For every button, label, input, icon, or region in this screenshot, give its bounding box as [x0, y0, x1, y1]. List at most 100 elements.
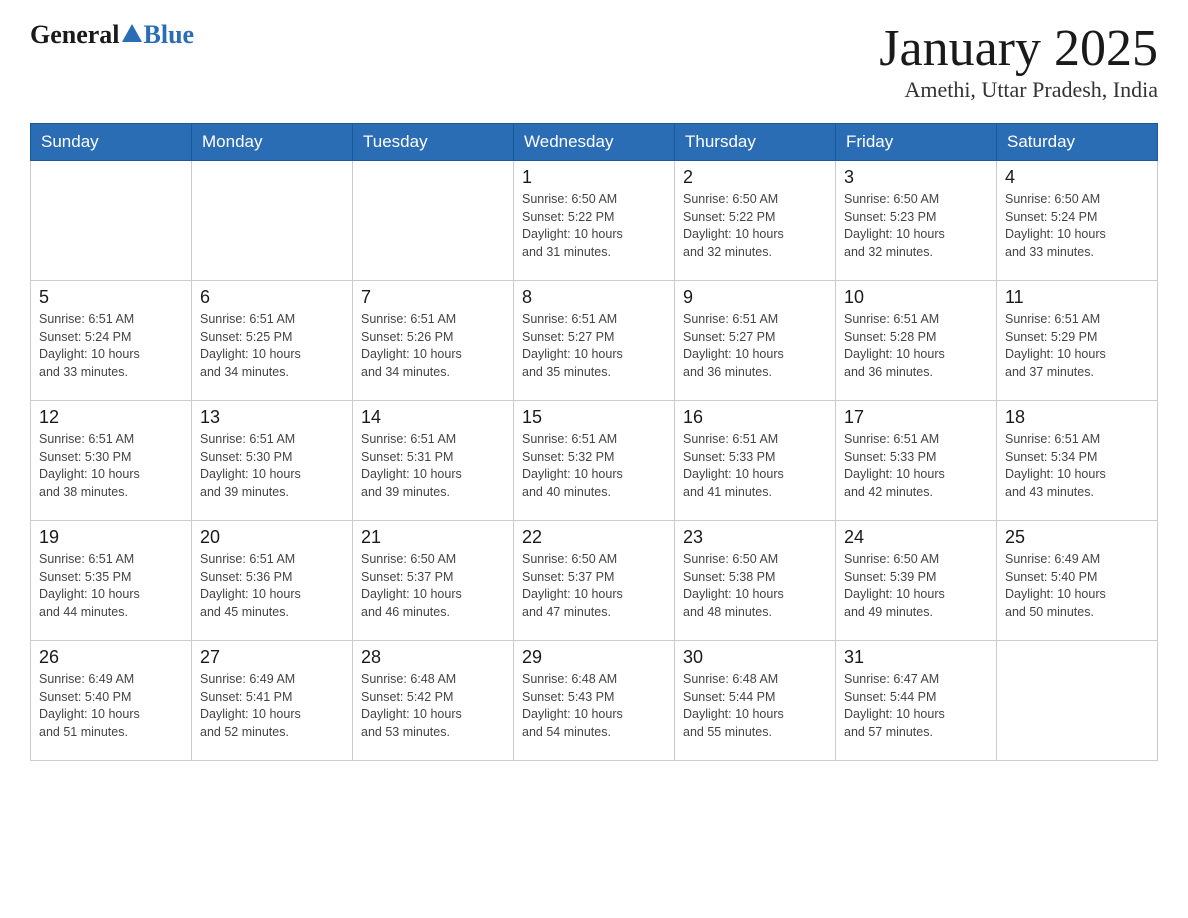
- day-info: Sunrise: 6:48 AMSunset: 5:43 PMDaylight:…: [522, 671, 666, 741]
- day-number: 27: [200, 647, 344, 668]
- day-number: 12: [39, 407, 183, 428]
- calendar-cell: 3 Sunrise: 6:50 AMSunset: 5:23 PMDaylight…: [836, 161, 997, 281]
- logo-general-text: General: [30, 20, 120, 50]
- day-info: Sunrise: 6:50 AMSunset: 5:22 PMDaylight:…: [683, 191, 827, 261]
- calendar-cell: 8 Sunrise: 6:51 AMSunset: 5:27 PMDaylight…: [514, 281, 675, 401]
- calendar-cell: 28Sunrise: 6:48 AMSunset: 5:42 PMDayligh…: [353, 641, 514, 761]
- day-number: 24: [844, 527, 988, 548]
- calendar-week-1: 1 Sunrise: 6:50 AMSunset: 5:22 PMDaylight…: [31, 161, 1158, 281]
- day-info: Sunrise: 6:50 AMSunset: 5:22 PMDaylight:…: [522, 191, 666, 261]
- weekday-header-thursday: Thursday: [675, 124, 836, 161]
- calendar-week-2: 5 Sunrise: 6:51 AMSunset: 5:24 PMDaylight…: [31, 281, 1158, 401]
- day-number: 2: [683, 167, 827, 188]
- day-info: Sunrise: 6:51 AMSunset: 5:27 PMDaylight:…: [683, 311, 827, 381]
- day-info: Sunrise: 6:51 AMSunset: 5:27 PMDaylight:…: [522, 311, 666, 381]
- day-info: Sunrise: 6:51 AMSunset: 5:32 PMDaylight:…: [522, 431, 666, 501]
- page-header: General Blue January 2025 Amethi, Uttar …: [30, 20, 1158, 103]
- calendar-cell: 20Sunrise: 6:51 AMSunset: 5:36 PMDayligh…: [192, 521, 353, 641]
- day-number: 3: [844, 167, 988, 188]
- day-number: 10: [844, 287, 988, 308]
- calendar-cell: 10 Sunrise: 6:51 AMSunset: 5:28 PMDayligh…: [836, 281, 997, 401]
- calendar-cell: 25 Sunrise: 6:49 AMSunset: 5:40 PMDayligh…: [997, 521, 1158, 641]
- calendar-cell: 21 Sunrise: 6:50 AMSunset: 5:37 PMDayligh…: [353, 521, 514, 641]
- day-info: Sunrise: 6:51 AMSunset: 5:25 PMDaylight:…: [200, 311, 344, 381]
- day-number: 30: [683, 647, 827, 668]
- day-number: 18: [1005, 407, 1149, 428]
- day-info: Sunrise: 6:51 AMSunset: 5:29 PMDaylight:…: [1005, 311, 1149, 381]
- day-number: 23: [683, 527, 827, 548]
- day-number: 13: [200, 407, 344, 428]
- calendar-cell: 1 Sunrise: 6:50 AMSunset: 5:22 PMDaylight…: [514, 161, 675, 281]
- day-number: 16: [683, 407, 827, 428]
- title-area: January 2025 Amethi, Uttar Pradesh, Indi…: [879, 20, 1158, 103]
- logo-blue-text: Blue: [144, 20, 195, 50]
- day-number: 19: [39, 527, 183, 548]
- calendar-cell: 24 Sunrise: 6:50 AMSunset: 5:39 PMDayligh…: [836, 521, 997, 641]
- day-info: Sunrise: 6:49 AMSunset: 5:40 PMDaylight:…: [1005, 551, 1149, 621]
- day-info: Sunrise: 6:51 AMSunset: 5:28 PMDaylight:…: [844, 311, 988, 381]
- day-number: 11: [1005, 287, 1149, 308]
- day-number: 7: [361, 287, 505, 308]
- day-info: Sunrise: 6:51 AMSunset: 5:26 PMDaylight:…: [361, 311, 505, 381]
- calendar-cell: 22Sunrise: 6:50 AMSunset: 5:37 PMDayligh…: [514, 521, 675, 641]
- calendar-cell: 19 Sunrise: 6:51 AMSunset: 5:35 PMDayligh…: [31, 521, 192, 641]
- calendar-cell: 5 Sunrise: 6:51 AMSunset: 5:24 PMDaylight…: [31, 281, 192, 401]
- day-number: 21: [361, 527, 505, 548]
- logo: General Blue: [30, 20, 194, 50]
- day-info: Sunrise: 6:50 AMSunset: 5:37 PMDaylight:…: [361, 551, 505, 621]
- calendar-cell: [31, 161, 192, 281]
- day-info: Sunrise: 6:51 AMSunset: 5:35 PMDaylight:…: [39, 551, 183, 621]
- day-info: Sunrise: 6:47 AMSunset: 5:44 PMDaylight:…: [844, 671, 988, 741]
- calendar-cell: [192, 161, 353, 281]
- day-info: Sunrise: 6:51 AMSunset: 5:30 PMDaylight:…: [200, 431, 344, 501]
- calendar-cell: 27 Sunrise: 6:49 AMSunset: 5:41 PMDayligh…: [192, 641, 353, 761]
- weekday-header-friday: Friday: [836, 124, 997, 161]
- calendar-cell: 29 Sunrise: 6:48 AMSunset: 5:43 PMDayligh…: [514, 641, 675, 761]
- day-info: Sunrise: 6:48 AMSunset: 5:44 PMDaylight:…: [683, 671, 827, 741]
- calendar-header-row: SundayMondayTuesdayWednesdayThursdayFrid…: [31, 124, 1158, 161]
- day-info: Sunrise: 6:51 AMSunset: 5:31 PMDaylight:…: [361, 431, 505, 501]
- day-info: Sunrise: 6:50 AMSunset: 5:24 PMDaylight:…: [1005, 191, 1149, 261]
- calendar-cell: 4 Sunrise: 6:50 AMSunset: 5:24 PMDaylight…: [997, 161, 1158, 281]
- day-info: Sunrise: 6:50 AMSunset: 5:39 PMDaylight:…: [844, 551, 988, 621]
- day-number: 14: [361, 407, 505, 428]
- calendar-cell: 12Sunrise: 6:51 AMSunset: 5:30 PMDayligh…: [31, 401, 192, 521]
- weekday-header-wednesday: Wednesday: [514, 124, 675, 161]
- calendar-cell: 16 Sunrise: 6:51 AMSunset: 5:33 PMDayligh…: [675, 401, 836, 521]
- weekday-header-sunday: Sunday: [31, 124, 192, 161]
- day-info: Sunrise: 6:49 AMSunset: 5:40 PMDaylight:…: [39, 671, 183, 741]
- weekday-header-saturday: Saturday: [997, 124, 1158, 161]
- day-number: 25: [1005, 527, 1149, 548]
- day-info: Sunrise: 6:51 AMSunset: 5:33 PMDaylight:…: [844, 431, 988, 501]
- calendar-week-5: 26 Sunrise: 6:49 AMSunset: 5:40 PMDayligh…: [31, 641, 1158, 761]
- day-number: 15: [522, 407, 666, 428]
- calendar-cell: [997, 641, 1158, 761]
- day-info: Sunrise: 6:51 AMSunset: 5:33 PMDaylight:…: [683, 431, 827, 501]
- calendar-cell: 30 Sunrise: 6:48 AMSunset: 5:44 PMDayligh…: [675, 641, 836, 761]
- calendar-cell: 15 Sunrise: 6:51 AMSunset: 5:32 PMDayligh…: [514, 401, 675, 521]
- weekday-header-monday: Monday: [192, 124, 353, 161]
- calendar-cell: 2 Sunrise: 6:50 AMSunset: 5:22 PMDaylight…: [675, 161, 836, 281]
- day-info: Sunrise: 6:51 AMSunset: 5:34 PMDaylight:…: [1005, 431, 1149, 501]
- day-info: Sunrise: 6:51 AMSunset: 5:24 PMDaylight:…: [39, 311, 183, 381]
- day-info: Sunrise: 6:50 AMSunset: 5:37 PMDaylight:…: [522, 551, 666, 621]
- day-number: 5: [39, 287, 183, 308]
- day-number: 8: [522, 287, 666, 308]
- day-number: 20: [200, 527, 344, 548]
- day-number: 31: [844, 647, 988, 668]
- day-number: 28: [361, 647, 505, 668]
- calendar-cell: 31 Sunrise: 6:47 AMSunset: 5:44 PMDayligh…: [836, 641, 997, 761]
- calendar-cell: 11 Sunrise: 6:51 AMSunset: 5:29 PMDayligh…: [997, 281, 1158, 401]
- day-number: 26: [39, 647, 183, 668]
- day-number: 4: [1005, 167, 1149, 188]
- day-number: 29: [522, 647, 666, 668]
- calendar-cell: 6Sunrise: 6:51 AMSunset: 5:25 PMDaylight…: [192, 281, 353, 401]
- day-number: 1: [522, 167, 666, 188]
- day-info: Sunrise: 6:50 AMSunset: 5:23 PMDaylight:…: [844, 191, 988, 261]
- location-subtitle: Amethi, Uttar Pradesh, India: [879, 77, 1158, 103]
- calendar-table: SundayMondayTuesdayWednesdayThursdayFrid…: [30, 123, 1158, 761]
- calendar-cell: 7 Sunrise: 6:51 AMSunset: 5:26 PMDaylight…: [353, 281, 514, 401]
- calendar-cell: 17Sunrise: 6:51 AMSunset: 5:33 PMDayligh…: [836, 401, 997, 521]
- day-info: Sunrise: 6:49 AMSunset: 5:41 PMDaylight:…: [200, 671, 344, 741]
- calendar-week-3: 12 Sunrise: 6:51 AMSunset: 5:30 PMDayligh…: [31, 401, 1158, 521]
